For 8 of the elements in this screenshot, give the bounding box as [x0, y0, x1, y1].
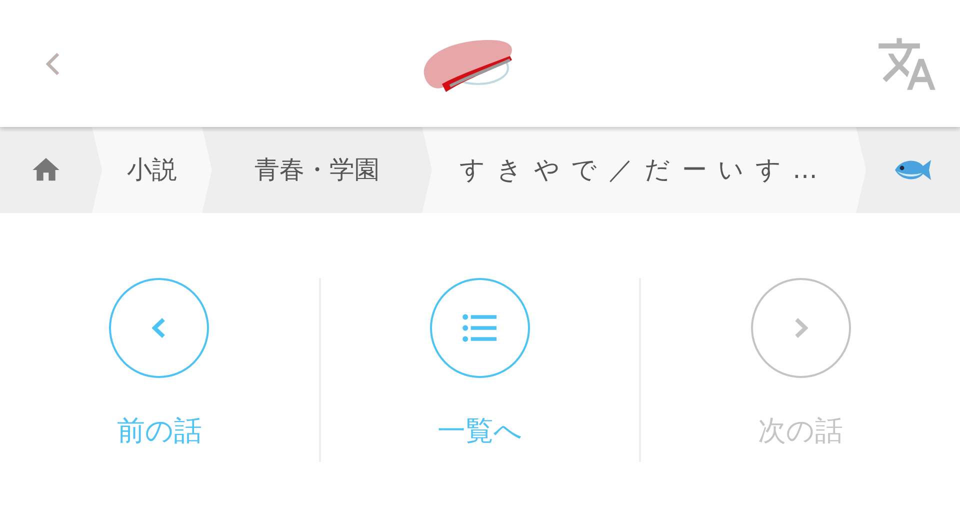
prev-button[interactable]: [109, 278, 210, 378]
back-button[interactable]: [46, 52, 60, 76]
breadcrumb-link[interactable]: 小説: [92, 127, 212, 213]
list-button[interactable]: [430, 278, 530, 378]
breadcrumb-title[interactable]: すきやで／だーいす…: [422, 127, 866, 213]
chevron-right-icon: [794, 317, 808, 339]
back-icon: [46, 52, 60, 76]
chevron-left-icon: [152, 317, 166, 339]
